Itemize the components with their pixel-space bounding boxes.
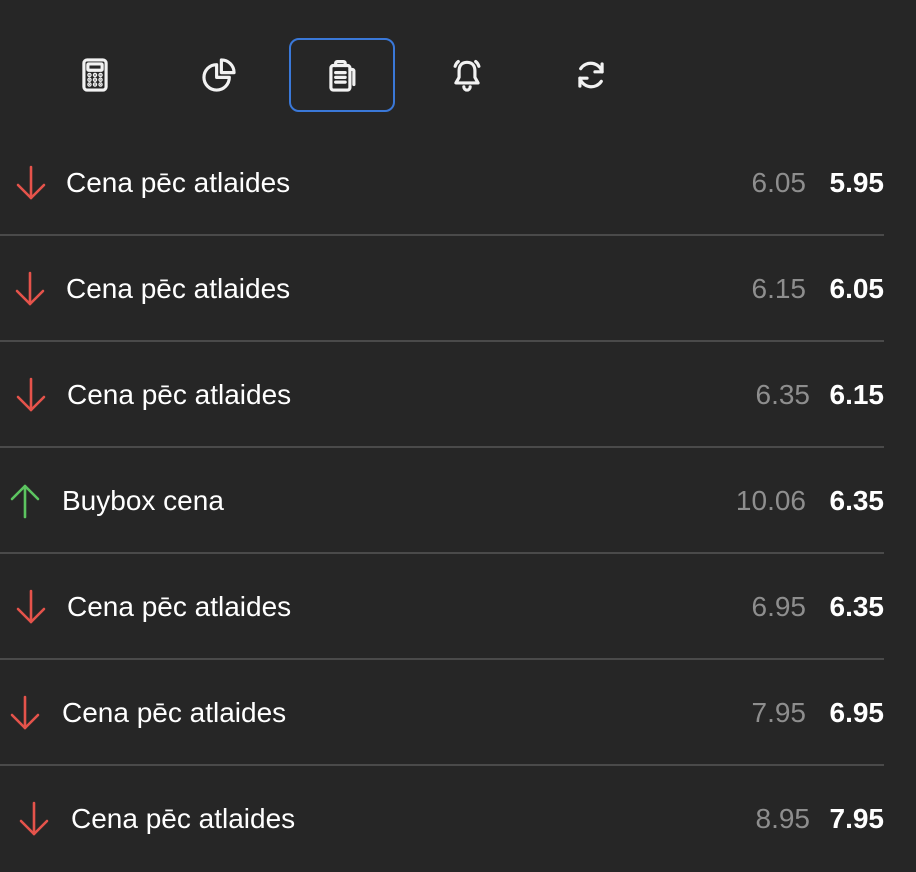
history-row: Cena pēc atlaides 8.95 7.95 <box>0 766 884 872</box>
toolbar <box>0 0 916 150</box>
history-row: Buybox cena 10.06 6.35 <box>0 448 884 554</box>
history-button[interactable] <box>289 38 395 112</box>
history-row: Cena pēc atlaides 6.15 6.05 <box>0 236 884 342</box>
arrow-down-icon <box>14 376 48 414</box>
old-price: 6.05 <box>751 167 807 198</box>
history-label: Buybox cena <box>62 485 224 516</box>
arrow-down-icon <box>14 164 48 202</box>
history-row: Cena pēc atlaides 6.95 6.35 <box>0 554 884 660</box>
new-price: 5.95 <box>829 167 885 198</box>
old-price: 6.35 <box>755 379 811 410</box>
history-label: Cena pēc atlaides <box>67 591 292 622</box>
clipboard-list-icon <box>329 59 356 92</box>
arrow-down-icon <box>8 694 42 732</box>
history-label: Cena pēc atlaides <box>66 167 291 198</box>
bell-icon <box>453 59 481 92</box>
new-price: 6.95 <box>829 697 885 728</box>
refresh-icon <box>578 61 604 89</box>
history-label: Cena pēc atlaides <box>62 697 287 728</box>
arrow-down-icon <box>14 588 48 626</box>
history-label: Cena pēc atlaides <box>71 803 296 834</box>
old-price: 7.95 <box>751 697 807 728</box>
old-price: 10.06 <box>735 485 806 516</box>
calculator-button[interactable] <box>42 38 148 112</box>
history-row: Cena pēc atlaides 7.95 6.95 <box>0 660 884 766</box>
old-price: 6.95 <box>751 591 807 622</box>
new-price: 7.95 <box>829 803 885 834</box>
pie-chart-icon <box>202 58 236 92</box>
alerts-button[interactable] <box>414 38 520 112</box>
arrow-down-icon <box>13 270 47 308</box>
history-row: Cena pēc atlaides 6.05 5.95 <box>0 130 884 236</box>
refresh-button[interactable] <box>538 38 644 112</box>
old-price: 6.15 <box>751 273 807 304</box>
new-price: 6.05 <box>829 273 885 304</box>
new-price: 6.35 <box>829 591 885 622</box>
old-price: 8.95 <box>755 803 811 834</box>
arrow-up-icon <box>8 482 42 520</box>
new-price: 6.15 <box>829 379 885 410</box>
history-label: Cena pēc atlaides <box>67 379 292 410</box>
arrow-down-icon <box>17 800 51 838</box>
history-row: Cena pēc atlaides 6.35 6.15 <box>0 342 884 448</box>
new-price: 6.35 <box>829 485 885 516</box>
statistics-button[interactable] <box>166 38 272 112</box>
history-label: Cena pēc atlaides <box>66 273 291 304</box>
price-history-list: Cena pēc atlaides 6.05 5.95 Cena pēc atl… <box>0 130 916 872</box>
calculator-icon <box>82 58 108 92</box>
